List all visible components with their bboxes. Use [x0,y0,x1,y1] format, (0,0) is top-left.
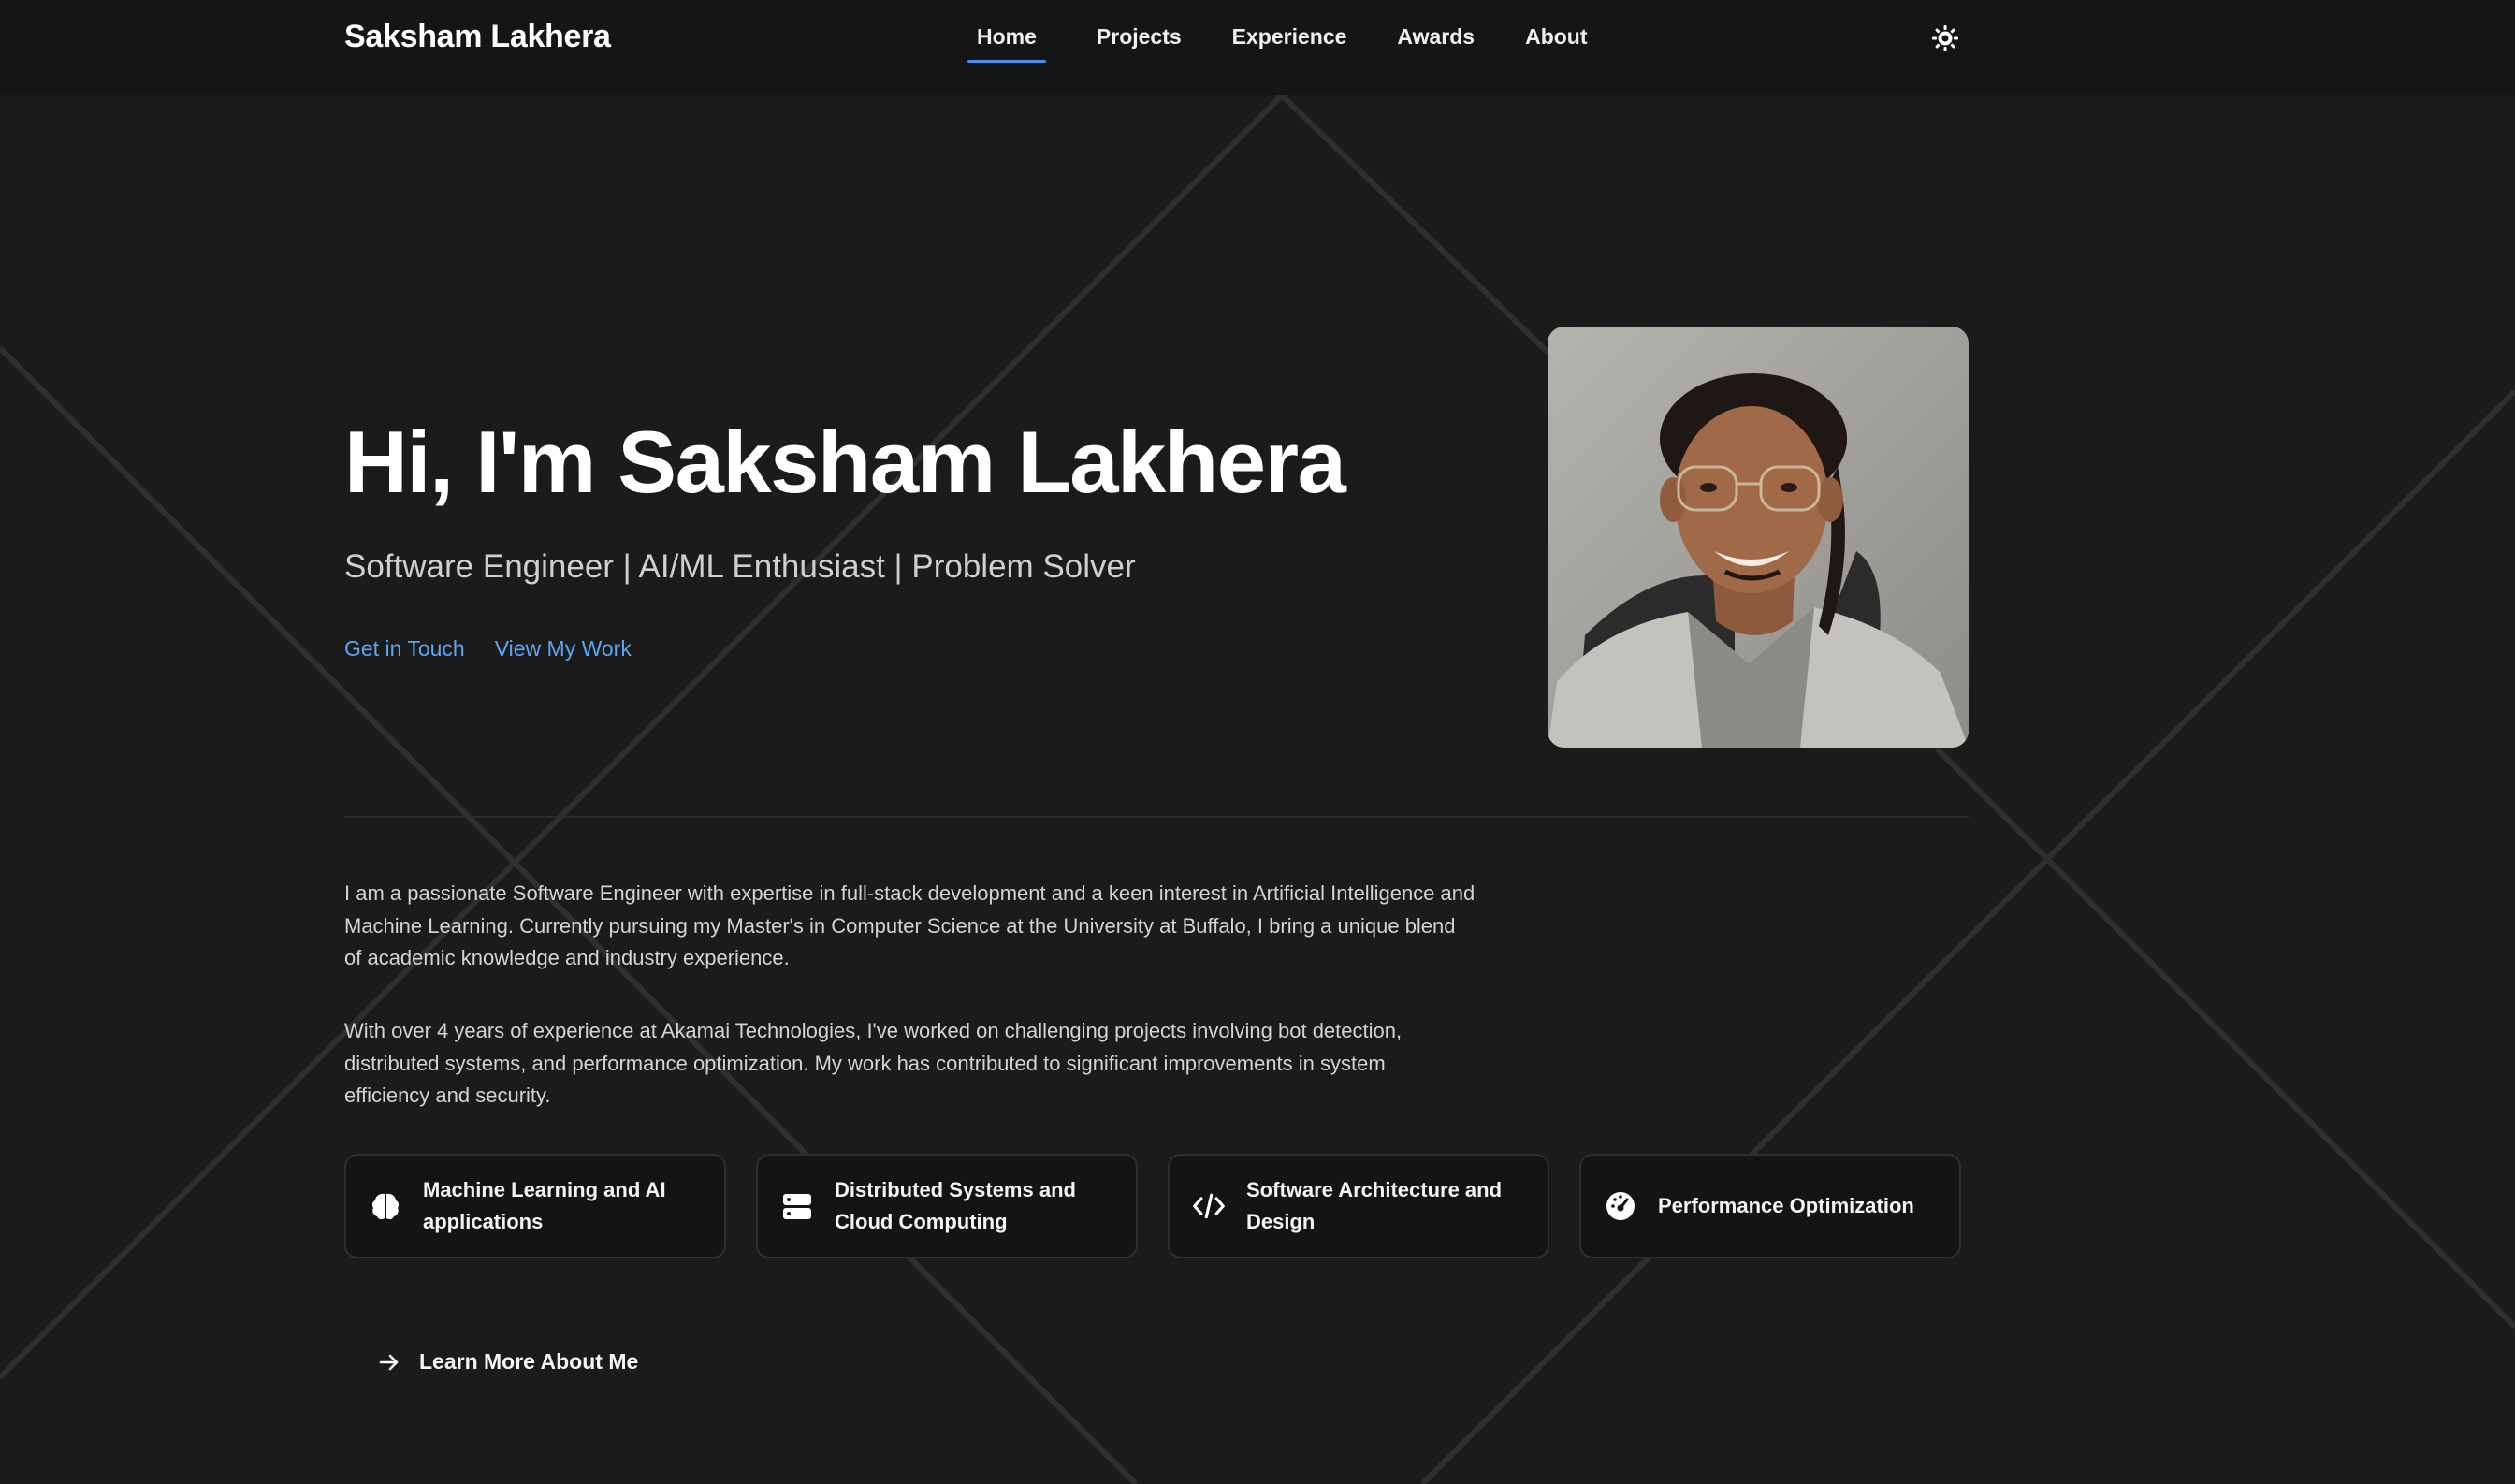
skills-cards: Machine Learning and AI applications Dis… [344,1154,1961,1258]
nav-links: Home Projects Experience Awards About [967,24,1638,63]
nav-link-home[interactable]: Home [967,24,1046,63]
get-in-touch-link[interactable]: Get in Touch [344,636,465,662]
skill-card-label: Distributed Systems and Cloud Computing [835,1178,1076,1233]
brand-logo[interactable]: Saksham Lakhera [344,19,611,55]
skill-card-label: Software Architecture and Design [1246,1178,1503,1233]
background-pattern [0,93,2515,1484]
server-icon [780,1189,814,1223]
arrow-right-icon [379,1354,399,1370]
section-divider [344,816,1969,818]
learn-more-button[interactable]: Learn More About Me [378,1349,638,1375]
skill-card-architecture[interactable]: Software Architecture and Design [1168,1154,1549,1258]
gauge-icon [1604,1189,1637,1223]
skill-card-distributed[interactable]: Distributed Systems and Cloud Computing [756,1154,1138,1258]
skill-card-performance[interactable]: Performance Optimization [1579,1154,1961,1258]
view-my-work-link[interactable]: View My Work [495,636,632,662]
brain-icon [369,1189,402,1223]
nav-link-about[interactable]: About [1525,24,1587,63]
top-navbar: Saksham Lakhera Home Projects Experience… [0,0,2515,95]
about-paragraph-1: I am a passionate Software Engineer with… [344,881,1476,969]
skill-card-label: Performance Optimization [1658,1194,1914,1217]
about-paragraph-2: With over 4 years of experience at Akama… [344,1019,1403,1107]
code-icon [1192,1189,1226,1223]
skill-card-label: Machine Learning and AI applications [423,1178,666,1233]
profile-photo [1548,327,1969,748]
sun-icon [1932,25,1958,51]
profile-photo-illustration [1548,327,1969,748]
nav-link-awards[interactable]: Awards [1397,24,1475,63]
learn-more-label: Learn More About Me [419,1349,639,1374]
nav-link-experience[interactable]: Experience [1232,24,1347,63]
hero-title: Hi, I'm Saksham Lakhera [344,413,1346,511]
nav-link-projects[interactable]: Projects [1097,24,1182,63]
hero-cta-row: Get in Touch View My Work [344,636,632,662]
theme-toggle-button[interactable] [1931,24,1959,52]
skill-card-ml[interactable]: Machine Learning and AI applications [344,1154,726,1258]
hero-subtitle: Software Engineer | AI/ML Enthusiast | P… [344,548,1136,585]
